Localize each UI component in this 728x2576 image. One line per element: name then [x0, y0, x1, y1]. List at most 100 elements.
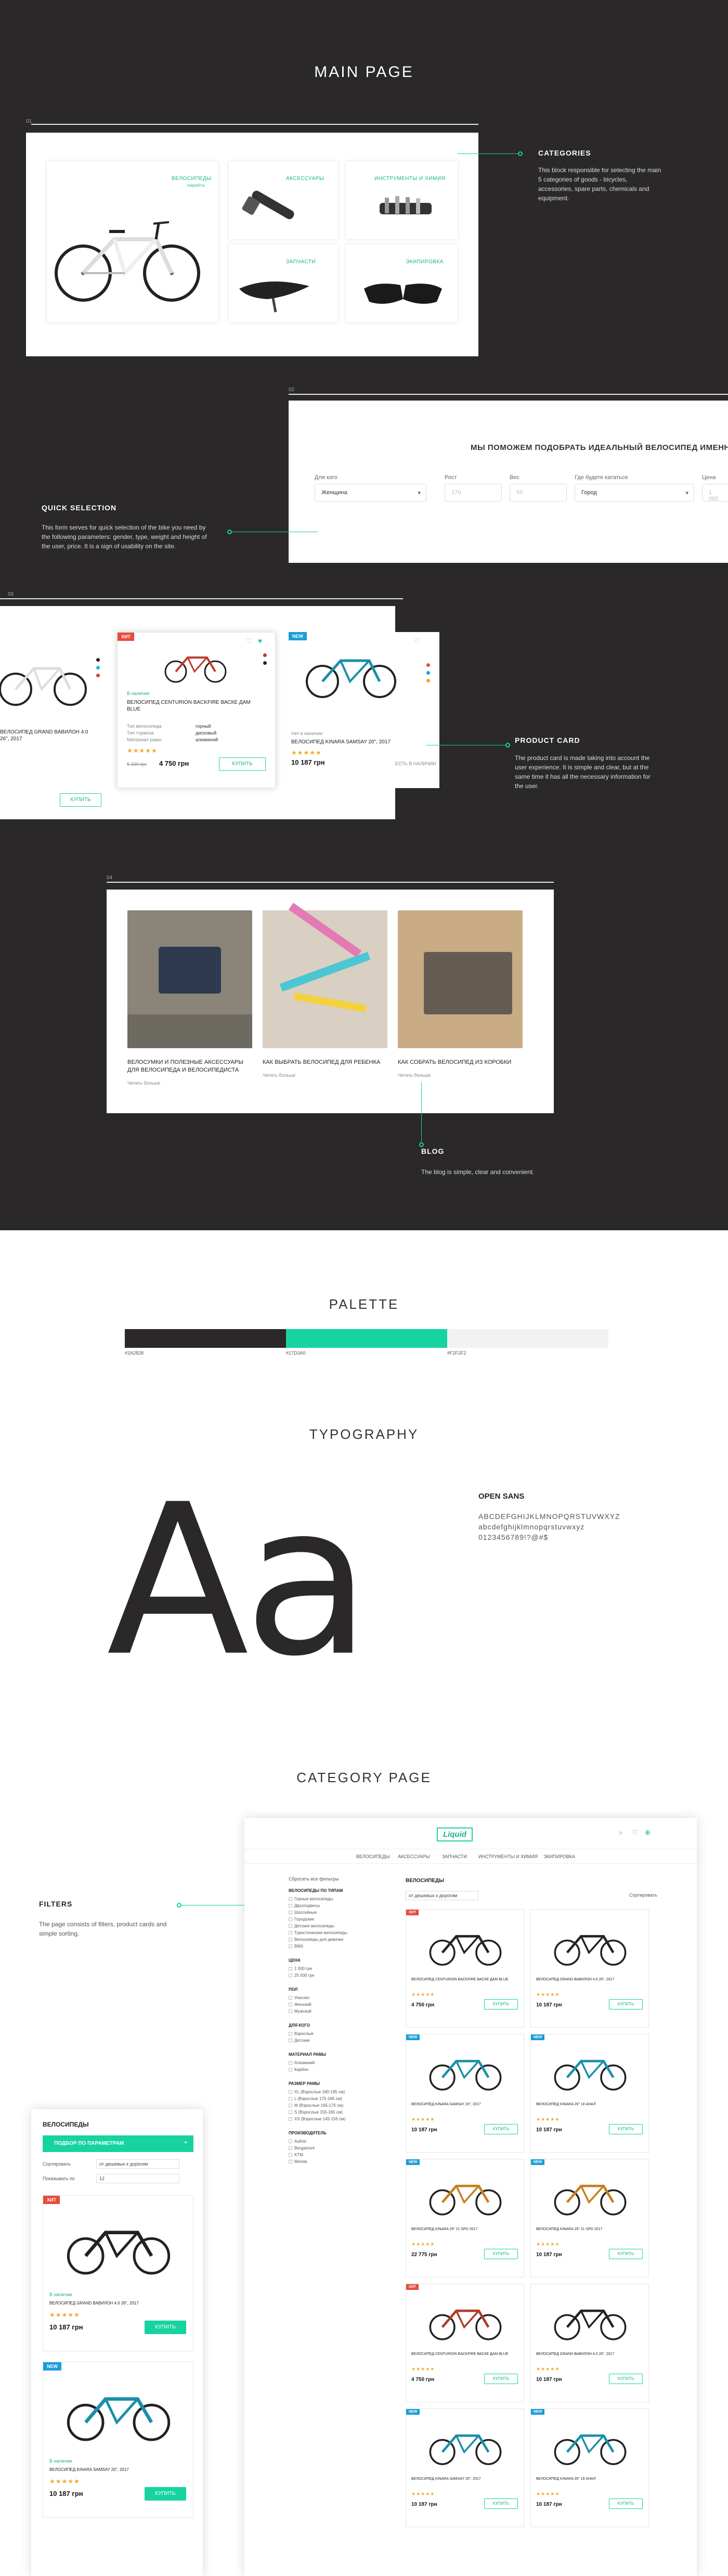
product-name[interactable]: ВЕЛОСИПЕД CENTURION BACKFIRE ВАСКЕ ДАМ B…	[411, 1977, 515, 1982]
filter-option[interactable]: XL (Взрослые 180-195 см)	[289, 2090, 345, 2094]
product-card-hovered[interactable]: ХИТ ♡ ♥ В наличии ВЕЛОСИПЕД CENTURION BA…	[117, 632, 276, 788]
filter-option[interactable]: KTM	[289, 2153, 303, 2157]
search-icon[interactable]: ⌕	[619, 1828, 622, 1837]
checkbox[interactable]	[289, 1974, 292, 1977]
reset-filters-link[interactable]: Сбросить все фильтры	[289, 1876, 339, 1882]
nav-item[interactable]: ЗАПЧАСТИ	[442, 1854, 467, 1859]
product-card[interactable]: ХИТ ВЕЛОСИПЕД CENTURION BACKFIRE ВАСКЕ ДА…	[406, 1909, 524, 2028]
blog-image[interactable]	[127, 910, 252, 1048]
filter-option[interactable]: Городские	[289, 1917, 314, 1922]
buy-button[interactable]: КУПИТЬ	[484, 2498, 518, 2509]
filter-option[interactable]: Горные велосипеды	[289, 1897, 333, 1901]
product-card[interactable]: ХИТ ВЕЛОСИПЕД CENTURION BACKFIRE ВАСКЕ ДА…	[406, 2284, 524, 2402]
checkbox[interactable]	[289, 2010, 292, 2013]
read-more-link[interactable]: Читать больше	[398, 1073, 431, 1078]
checkbox[interactable]	[289, 2140, 292, 2143]
product-name[interactable]: ВЕЛОСИПЕД KINARA SAMSAY 20", 2017	[411, 2102, 515, 2107]
nav-item[interactable]: АКСЕССУАРЫ	[398, 1854, 430, 1859]
color-swatch[interactable]	[96, 666, 100, 669]
blog-image[interactable]	[398, 910, 523, 1048]
checkbox[interactable]	[289, 2104, 292, 2107]
product-card[interactable]: NEW ВЕЛОСИПЕД KINARA 29" 21 SPD 2017 ★★★★★…	[530, 2159, 649, 2277]
color-swatch[interactable]	[263, 661, 267, 665]
product-name[interactable]: ВЕЛОСИПЕД GRAND ВАВИЛОН 4.0 26", 2017	[49, 2300, 185, 2307]
product-card[interactable]: ВЕЛОСИПЕД GRAND ВАВИЛОН 4.0 26", 2017 ★★★…	[530, 2284, 649, 2402]
filter-option[interactable]: M (Взрослые 165-175 см)	[289, 2103, 343, 2108]
checkbox[interactable]	[289, 1996, 292, 2000]
product-name[interactable]: ВЕЛОСИПЕД CENTURION BACKFIRE ВАСКЕ ДАМ B…	[127, 699, 262, 713]
checkbox[interactable]	[289, 1931, 292, 1935]
buy-button[interactable]: КУПИТЬ	[609, 1999, 643, 2010]
product-name[interactable]: ВЕЛОСИПЕД KINARA 29" 21 SPD 2017	[411, 2227, 515, 2232]
checkbox[interactable]	[289, 2003, 292, 2006]
checkbox[interactable]	[289, 1917, 292, 1921]
category-tile-parts[interactable]: ЗАПЧАСТИ	[229, 244, 338, 323]
filter-option[interactable]: Детские	[289, 2038, 310, 2043]
product-card[interactable]: NEW ВЕЛОСИПЕД KINARA SAMSAY 20", 2017 ★★★★…	[406, 2408, 524, 2527]
product-card[interactable]: NEW ВЕЛОСИПЕД KINARA 26" 18 АНАЛ ★★★★★ 10 1…	[530, 2408, 649, 2527]
product-card[interactable]: NEW ♡ Нет в наличии ВЕЛОСИПЕД KINARA SAM…	[283, 632, 439, 788]
color-swatch[interactable]	[426, 671, 430, 675]
filter-option[interactable]: Карбон	[289, 2067, 308, 2072]
filter-option[interactable]: BMX	[289, 1944, 303, 1949]
cart-icon[interactable]: ⊕	[645, 1828, 651, 1837]
read-more-link[interactable]: Читать больше	[263, 1073, 295, 1078]
checkbox[interactable]	[289, 2090, 292, 2094]
filter-option[interactable]: Мужской	[289, 2009, 311, 2014]
buy-button[interactable]: КУПИТЬ	[609, 2124, 643, 2134]
product-card[interactable]: ХИТ В наличии ВЕЛОСИПЕД GRAND ВАВИЛОН 4.0 …	[43, 2195, 193, 2351]
category-tile-equipment[interactable]: ЭКИПИРОВКА	[346, 244, 458, 323]
blog-title[interactable]: ВЕЛОСУМКИ И ПОЛЕЗНЫЕ АКСЕССУАРЫ ДЛЯ ВЕЛО…	[127, 1059, 255, 1074]
nav-item[interactable]: ЭКИПИРОВКА	[543, 1854, 575, 1859]
filter-option[interactable]: S (Взрослые 155-165 см)	[289, 2110, 343, 2115]
product-name[interactable]: ВЕЛОСИПЕД GRAND ВАВИЛОН 4.0 26", 2017	[0, 729, 88, 742]
filter-option[interactable]: Author	[289, 2139, 307, 2144]
color-swatch[interactable]	[96, 674, 100, 677]
color-swatch[interactable]	[426, 663, 430, 667]
category-tile-tools[interactable]: ИНСТРУМЕНТЫ И ХИМИЯ	[346, 161, 458, 239]
buy-button[interactable]: КУПИТЬ	[484, 2249, 518, 2259]
blog-title[interactable]: КАК ВЫБРАТЬ ВЕЛОСИПЕД ДЛЯ РЕБЕНКА	[263, 1059, 390, 1066]
color-swatch[interactable]	[263, 653, 267, 657]
product-card[interactable]: NEW В наличии ВЕЛОСИПЕД KINARA SAMSAY 20",…	[43, 2362, 193, 2518]
compare-icon[interactable]: ♥	[258, 637, 262, 645]
checkbox[interactable]	[289, 2160, 292, 2163]
checkbox[interactable]	[289, 2117, 292, 2121]
site-logo[interactable]: Liquid	[437, 1827, 473, 1841]
product-name[interactable]: ВЕЛОСИПЕД KINARA 29" 21 SPD 2017	[536, 2227, 640, 2232]
buy-button[interactable]: КУПИТЬ	[609, 2374, 643, 2384]
checkbox[interactable]	[289, 2032, 292, 2036]
buy-button[interactable]: КУПИТЬ	[219, 757, 266, 771]
filter-option[interactable]: Туристические велосипеды	[289, 1930, 347, 1935]
filter-option[interactable]: Унисекс	[289, 1995, 310, 2000]
nav-item[interactable]: ИНСТРУМЕНТЫ И ХИМИЯ	[478, 1854, 538, 1859]
filter-option[interactable]: L (Взрослые 175-185 см)	[289, 2096, 342, 2101]
checkbox[interactable]	[289, 1967, 292, 1970]
checkbox[interactable]	[289, 1904, 292, 1908]
buy-button[interactable]: КУПИТЬ	[484, 2124, 518, 2134]
product-card[interactable]: NEW ВЕЛОСИПЕД KINARA 29" 21 SPD 2017 ★★★★★…	[406, 2159, 524, 2277]
product-name[interactable]: ВЕЛОСИПЕД KINARA 26" 18 АНАЛ	[536, 2477, 640, 2482]
weight-input[interactable]: 50	[510, 484, 567, 501]
checkbox[interactable]	[289, 1924, 292, 1928]
product-card[interactable]: NEW ВЕЛОСИПЕД KINARA 26" 18 АНАЛ ★★★★★ 10 1…	[530, 2034, 649, 2153]
product-name[interactable]: ВЕЛОСИПЕД CENTURION BACKFIRE ВАСКЕ ДАМ B…	[411, 2352, 515, 2357]
availability-button[interactable]: ЕСТЬ В НАЛИЧИИ	[395, 761, 436, 766]
checkbox[interactable]	[289, 1944, 292, 1948]
product-name[interactable]: ВЕЛОСИПЕД KINARA SAMSAY 20", 2017	[49, 2466, 185, 2473]
height-input[interactable]: 170	[445, 484, 502, 501]
blog-image[interactable]	[263, 903, 387, 1048]
mobile-per-page-select[interactable]: 12	[96, 2174, 179, 2183]
checkbox[interactable]	[289, 2153, 292, 2157]
product-card[interactable]: NEW ВЕЛОСИПЕД KINARA SAMSAY 20", 2017 ★★★★…	[406, 2034, 524, 2153]
product-name[interactable]: ВЕЛОСИПЕД GRAND ВАВИЛОН 4.0 26", 2017	[536, 2352, 640, 2357]
filter-option[interactable]: Merida	[289, 2159, 307, 2164]
filter-option[interactable]: 1 000 грн	[289, 1966, 312, 1971]
buy-button[interactable]: КУПИТЬ	[609, 2249, 643, 2259]
product-name[interactable]: ВЕЛОСИПЕД KINARA SAMSAY 20", 2017	[291, 739, 416, 745]
product-card[interactable]: ВЕЛОСИПЕД GRAND ВАВИЛОН 4.0 26", 2017 КУ…	[0, 632, 109, 807]
filter-option[interactable]: Bergamont	[289, 2146, 315, 2150]
filter-option[interactable]: Шоссейные	[289, 1910, 317, 1915]
blog-title[interactable]: КАК СОБРАТЬ ВЕЛОСИПЕД ИЗ КОРОБКИ	[398, 1059, 525, 1066]
buy-button[interactable]: КУПИТЬ	[145, 2321, 186, 2334]
